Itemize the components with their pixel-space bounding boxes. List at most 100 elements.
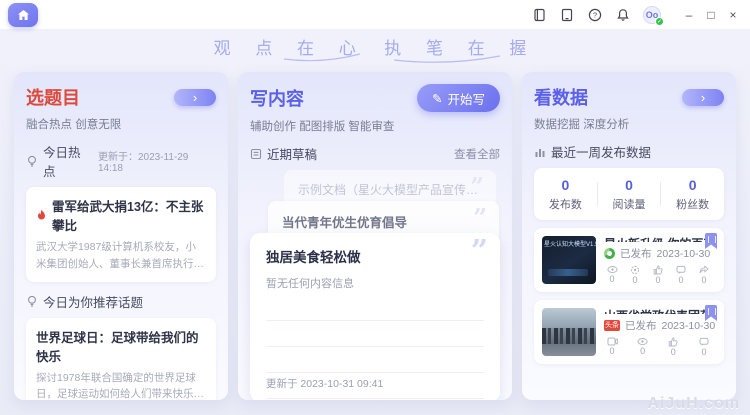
- svg-text:?: ?: [592, 11, 596, 20]
- red-platform-badge: 头条: [604, 320, 620, 331]
- watermark: AiJuH.com: [647, 395, 740, 413]
- close-button[interactable]: ×: [722, 0, 744, 30]
- verified-badge-icon: ✓: [655, 17, 664, 26]
- topic-panel-title: 选题目: [26, 84, 80, 110]
- count-value: 0: [655, 276, 660, 285]
- recommend-card[interactable]: 世界足球日：足球带给我们的快乐 探讨1978年联合国确定的世界足球日，足球运动如…: [26, 318, 216, 400]
- bar-chart-icon: [534, 146, 546, 158]
- article-thumbnail: 星火认知大模型V1.5 发布: [542, 236, 596, 284]
- slogan-left: 观 点 在 心: [214, 39, 366, 58]
- article-title: 山西省党政代表团莅临科...: [604, 307, 716, 314]
- thumbnail-caption: 星火认知大模型V1.5 发布: [542, 236, 596, 251]
- stat-value: 0: [534, 177, 597, 193]
- start-writing-label: 开始写: [447, 89, 485, 108]
- count-value: 0: [701, 276, 706, 285]
- stat-publish: 0 发布数: [534, 177, 597, 212]
- stat-reads: 0 阅读量: [598, 177, 661, 212]
- thumbnail-decoration: [542, 328, 596, 344]
- draft-title: 独居美食轻松做: [266, 246, 484, 266]
- count-value: 0: [640, 347, 645, 356]
- data-panel-title: 看数据: [534, 84, 588, 110]
- stat-value: 0: [598, 177, 661, 193]
- count-value: 0: [609, 347, 614, 356]
- page-slogan: 观 点 在 心 执 笔 在 握: [0, 34, 750, 59]
- stat-fans: 0 粉丝数: [661, 177, 724, 212]
- hot-topic-title: 雷军给武大捐13亿：不主张攀比: [52, 196, 206, 234]
- hot-section-label: 今日热点: [43, 142, 93, 180]
- article-thumbnail: [542, 308, 596, 356]
- weekly-stats-card: 0 发布数 0 阅读量 0 粉丝数: [534, 168, 724, 220]
- home-button[interactable]: [8, 3, 38, 27]
- home-icon: [17, 9, 30, 21]
- pencil-icon: ✎: [432, 91, 442, 106]
- chevron-right-icon: ›: [193, 91, 197, 104]
- count-value: 0: [671, 348, 676, 357]
- comment-icon: [699, 337, 709, 347]
- flame-red-icon: [36, 209, 47, 221]
- topic-panel-subtitle: 融合热点 创意无限: [26, 116, 216, 132]
- data-panel: 看数据 › 数据挖掘 深度分析 最近一周发布数据 0 发布数 0 阅读量 0 粉…: [522, 72, 736, 400]
- thumbnail-decoration: [548, 269, 588, 276]
- bell-icon[interactable]: [615, 8, 630, 23]
- draft-card-active[interactable]: 独居美食轻松做 ” 暂无任何内容信息 更新于 2023-10-31 09:41: [250, 233, 500, 400]
- start-writing-button[interactable]: ✎ 开始写: [417, 84, 500, 112]
- lightbulb-icon: [26, 295, 38, 307]
- article-date: 2023-10-30: [657, 248, 711, 260]
- document-icon: [250, 148, 262, 160]
- stat-value: 0: [661, 177, 724, 193]
- hot-section-updated: 更新于：2023-11-29 14:18: [98, 148, 216, 174]
- recommend-section-label: 今日为你推荐话题: [43, 292, 143, 311]
- notebook-icon[interactable]: [531, 8, 546, 23]
- drafts-section-label: 近期草稿: [267, 144, 317, 163]
- count-value: 0: [632, 276, 637, 285]
- published-article-item[interactable]: 山西省党政代表团莅临科... 头条 已发布 2023-10-30 0 0 0 0: [534, 300, 724, 364]
- share-icon: [699, 265, 709, 275]
- chevron-right-icon: ›: [701, 91, 705, 104]
- lightbulb-icon: [26, 155, 38, 167]
- maximize-button[interactable]: □: [700, 0, 722, 30]
- user-avatar[interactable]: Oo ✓: [643, 6, 661, 24]
- minimize-button[interactable]: –: [678, 0, 700, 30]
- view-all-link[interactable]: 查看全部: [454, 146, 500, 162]
- draft-empty-hint: 暂无任何内容信息: [266, 275, 484, 291]
- article-status: 已发布: [620, 246, 652, 261]
- help-icon[interactable]: ?: [587, 8, 602, 23]
- count-value: 0: [609, 275, 614, 284]
- stat-label: 阅读量: [598, 196, 661, 212]
- views-icon: [607, 265, 618, 274]
- weekly-data-label: 最近一周发布数据: [551, 142, 651, 161]
- count-value: 0: [678, 276, 683, 285]
- hot-topic-card[interactable]: 雷军给武大捐13亿：不主张攀比 武汉大学1987级计算机系校友，小米集团创始人、…: [26, 187, 216, 282]
- write-panel-subtitle: 辅助创作 配图排版 智能审查: [250, 118, 500, 134]
- views-icon: [637, 337, 648, 346]
- draft-updated-time: 更新于 2023-10-31 09:41: [266, 376, 383, 391]
- recommend-card-title: 世界足球日：足球带给我们的快乐: [36, 327, 206, 365]
- write-panel-title: 写内容: [250, 85, 304, 111]
- like-icon: [668, 337, 678, 347]
- topic-panel: 选题目 › 融合热点 创意无限 今日热点 更新于：2023-11-29 14:1…: [14, 72, 228, 400]
- article-status: 已发布: [625, 318, 657, 333]
- device-icon[interactable]: [559, 8, 574, 23]
- article-date: 2023-10-30: [662, 320, 716, 332]
- like-icon: [653, 265, 663, 275]
- count-value: 0: [701, 348, 706, 357]
- hot-topic-body: 武汉大学1987级计算机系校友，小米集团创始人、董事长兼首席执行官雷军向母校捐赠…: [36, 239, 206, 273]
- draft-title: 当代青年优生优育倡导: [282, 212, 485, 231]
- recommend-icon: [630, 265, 640, 275]
- data-panel-arrow-button[interactable]: ›: [682, 89, 724, 106]
- recommend-card-body: 探讨1978年联合国确定的世界足球日，足球运动如何给人们带来快乐，以及足球运动的…: [36, 370, 206, 400]
- comment-icon: [676, 265, 686, 275]
- draft-title: 示例文档（星火大模型产品宣传稿）: [298, 181, 482, 198]
- article-title: 星火新升级 你的百变随...: [604, 235, 716, 242]
- data-panel-subtitle: 数据挖掘 深度分析: [534, 116, 724, 132]
- topic-panel-arrow-button[interactable]: ›: [174, 89, 216, 106]
- green-platform-icon: [604, 248, 615, 259]
- video-play-icon: [607, 337, 618, 346]
- write-panel: 写内容 ✎ 开始写 辅助创作 配图排版 智能审查 近期草稿 查看全部 示例文档（…: [238, 72, 512, 400]
- stat-label: 发布数: [534, 196, 597, 212]
- slogan-right: 执 笔 在 握: [384, 39, 536, 58]
- stat-label: 粉丝数: [661, 196, 724, 212]
- published-article-item[interactable]: 星火认知大模型V1.5 发布 星火新升级 你的百变随... 已发布 2023-1…: [534, 228, 724, 292]
- drafts-stack: 示例文档（星火大模型产品宣传稿） ” 当代青年优生优育倡导 ” 独居美食轻松做 …: [250, 170, 500, 400]
- titlebar: ? Oo ✓ – □ ×: [0, 0, 750, 30]
